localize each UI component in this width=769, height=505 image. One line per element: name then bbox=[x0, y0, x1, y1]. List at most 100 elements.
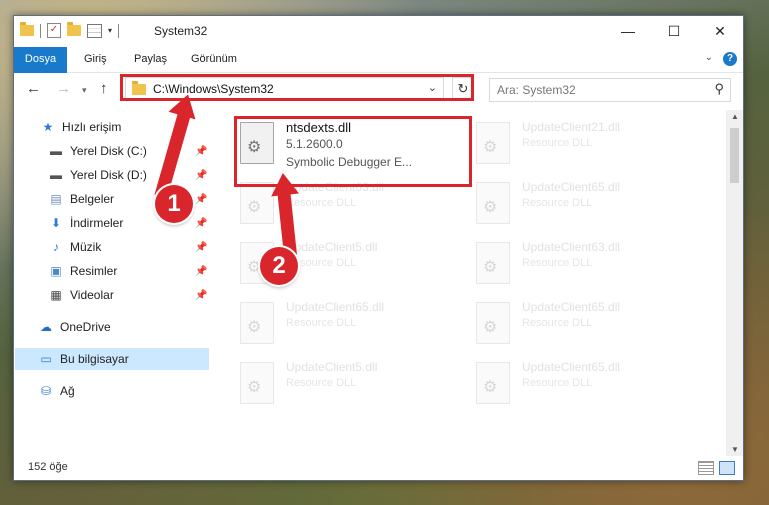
sidebar-item-music[interactable]: ♪ Müzik bbox=[48, 236, 198, 258]
explorer-window: ✓ ▾ System32 — ☐ ✕ Dosya Giriş Paylaş Gö… bbox=[13, 15, 744, 481]
sidebar-item-pictures[interactable]: ▣ Resimler bbox=[48, 260, 198, 282]
dll-file-icon bbox=[476, 122, 510, 164]
pin-icon[interactable]: 📌 bbox=[195, 242, 207, 253]
pin-icon[interactable]: 📌 bbox=[195, 266, 207, 277]
sidebar-item-label: Ağ bbox=[60, 384, 75, 398]
scroll-up-icon[interactable]: ▲ bbox=[731, 112, 739, 121]
sidebar-item-label: Müzik bbox=[70, 240, 102, 254]
status-bar: 152 öğe bbox=[14, 456, 743, 480]
pin-icon[interactable]: 📌 bbox=[195, 218, 207, 229]
file-item[interactable]: UpdateClient5.dll Resource DLL bbox=[236, 358, 456, 414]
search-input[interactable]: Ara: System32 ⚲ bbox=[489, 78, 731, 102]
search-icon: ⚲ bbox=[714, 81, 724, 96]
folder-icon bbox=[20, 22, 34, 36]
large-icons-view-icon[interactable] bbox=[719, 461, 735, 475]
sidebar-item-label: Bu bilgisayar bbox=[60, 352, 129, 366]
scrollbar-thumb[interactable] bbox=[730, 128, 739, 183]
close-button[interactable]: ✕ bbox=[697, 16, 743, 47]
sidebar-item-label: İndirmeler bbox=[70, 216, 124, 230]
file-name: UpdateClient65.dll bbox=[522, 300, 621, 314]
file-description: Resource DLL bbox=[522, 257, 593, 269]
item-count: 152 öğe bbox=[28, 461, 68, 473]
dll-file-icon bbox=[240, 302, 274, 344]
sidebar-item-onedrive[interactable]: ☁ OneDrive bbox=[38, 316, 203, 338]
file-name: UpdateClient65.dll bbox=[522, 180, 621, 194]
file-item[interactable]: UpdateClient63.dll Resource DLL bbox=[472, 238, 692, 294]
drive-icon: ▬ bbox=[50, 144, 62, 158]
pin-icon[interactable]: 📌 bbox=[195, 194, 207, 205]
annotation-arrowhead-2 bbox=[268, 171, 300, 197]
step-badge-2: 2 bbox=[260, 247, 298, 285]
file-description: Resource DLL bbox=[522, 377, 593, 389]
cloud-icon: ☁ bbox=[40, 320, 52, 334]
ribbon-tabs: Dosya Giriş Paylaş Görünüm ⌄ ? bbox=[14, 47, 743, 103]
pin-icon[interactable]: 📌 bbox=[195, 290, 207, 301]
file-description: Resource DLL bbox=[286, 377, 357, 389]
sidebar-item-label: Hızlı erişim bbox=[62, 120, 122, 134]
toolbar-separator bbox=[40, 23, 41, 38]
file-item[interactable]: UpdateClient21.dll Resource DLL bbox=[472, 118, 692, 174]
pin-icon[interactable]: 📌 bbox=[195, 170, 207, 181]
file-description: Resource DLL bbox=[522, 317, 593, 329]
file-name: UpdateClient5.dll bbox=[286, 240, 378, 254]
file-item[interactable]: UpdateClient65.dll Resource DLL bbox=[236, 298, 456, 354]
music-icon: ♪ bbox=[53, 240, 59, 254]
file-name: UpdateClient5.dll bbox=[286, 360, 378, 374]
step-badge-1: 1 bbox=[155, 185, 193, 223]
back-button[interactable]: ← bbox=[26, 80, 41, 97]
properties-icon[interactable] bbox=[87, 23, 102, 38]
maximize-button[interactable]: ☐ bbox=[651, 16, 697, 47]
vertical-scrollbar[interactable]: ▲ ▼ bbox=[726, 110, 743, 456]
forward-button[interactable]: → bbox=[56, 80, 71, 97]
tab-home[interactable]: Giriş bbox=[72, 47, 119, 72]
file-name: UpdateClient63.dll bbox=[522, 240, 621, 254]
dll-file-icon bbox=[476, 242, 510, 284]
sidebar-item-videos[interactable]: ▦ Videolar bbox=[48, 284, 198, 306]
toolbar-separator bbox=[118, 23, 120, 38]
sidebar-item-label: Resimler bbox=[70, 264, 118, 278]
dll-file-icon bbox=[476, 182, 510, 224]
file-description: Resource DLL bbox=[286, 197, 357, 209]
sidebar-item-label: Yerel Disk (C:) bbox=[70, 144, 147, 158]
expand-ribbon-icon[interactable]: ⌄ bbox=[705, 52, 713, 63]
file-description: Resource DLL bbox=[522, 197, 593, 209]
sidebar-item-this-pc[interactable]: ▭ Bu bilgisayar bbox=[15, 348, 209, 370]
dll-file-icon bbox=[476, 302, 510, 344]
search-placeholder: Ara: System32 bbox=[497, 83, 576, 97]
document-icon: ▤ bbox=[50, 192, 62, 206]
star-icon: ★ bbox=[42, 120, 54, 134]
file-name: UpdateClient65.dll bbox=[286, 300, 385, 314]
tab-share[interactable]: Paylaş bbox=[122, 47, 179, 72]
dll-file-icon bbox=[240, 362, 274, 404]
pictures-icon: ▣ bbox=[50, 264, 62, 278]
minimize-button[interactable]: — bbox=[605, 16, 651, 47]
sidebar-item-label: OneDrive bbox=[60, 320, 111, 334]
new-folder-icon[interactable] bbox=[67, 22, 81, 36]
file-description: Resource DLL bbox=[522, 137, 593, 149]
scroll-down-icon[interactable]: ▼ bbox=[731, 445, 739, 454]
file-item[interactable]: UpdateClient65.dll Resource DLL bbox=[472, 298, 692, 354]
network-icon: ⛁ bbox=[40, 384, 52, 398]
dll-file-icon bbox=[240, 182, 274, 224]
dll-file-icon bbox=[476, 362, 510, 404]
file-description: Resource DLL bbox=[286, 317, 357, 329]
recent-locations-icon[interactable]: ▾ bbox=[82, 85, 87, 96]
pin-icon[interactable]: 📌 bbox=[195, 146, 207, 157]
up-button[interactable]: ↑ bbox=[100, 80, 108, 97]
file-item[interactable]: UpdateClient65.dll Resource DLL bbox=[472, 178, 692, 234]
file-item[interactable]: UpdateClient65.dll Resource DLL bbox=[472, 358, 692, 414]
drive-icon: ▬ bbox=[50, 168, 62, 182]
help-icon[interactable]: ? bbox=[723, 52, 737, 66]
window-title: System32 bbox=[154, 24, 208, 38]
quick-access-toolbar: ✓ ▾ bbox=[20, 22, 120, 38]
video-icon: ▦ bbox=[50, 288, 62, 302]
tab-view[interactable]: Görünüm bbox=[179, 47, 249, 72]
file-name: UpdateClient21.dll bbox=[522, 120, 621, 134]
navigation-pane: ★ Hızlı erişim ▬ Yerel Disk (C:) 📌 ▬ Yer… bbox=[14, 110, 209, 450]
sidebar-item-network[interactable]: ⛁ Ağ bbox=[38, 380, 203, 402]
customize-toolbar-icon[interactable]: ▾ bbox=[108, 26, 112, 35]
details-view-icon[interactable] bbox=[698, 461, 714, 475]
properties-check-icon[interactable]: ✓ bbox=[47, 23, 61, 38]
sidebar-item-label: Belgeler bbox=[70, 192, 115, 206]
title-bar: ✓ ▾ System32 — ☐ ✕ bbox=[14, 16, 743, 47]
